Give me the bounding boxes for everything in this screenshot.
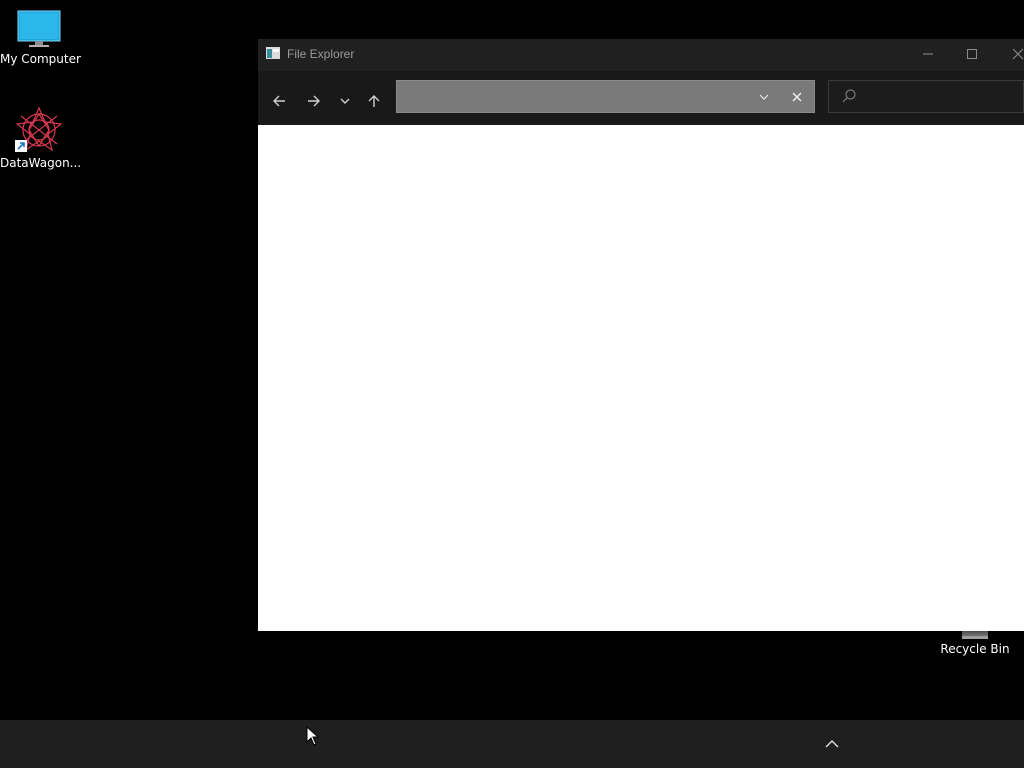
address-dropdown-button[interactable] [753, 86, 775, 108]
datawagon-app-icon [15, 106, 63, 152]
address-bar[interactable] [396, 80, 815, 113]
recent-locations-button[interactable] [331, 87, 359, 115]
taskbar [0, 720, 1024, 768]
minimize-icon [923, 53, 933, 55]
minimize-button[interactable] [906, 39, 950, 69]
close-icon [792, 92, 802, 102]
desktop-icon-my-computer[interactable]: My Computer [0, 10, 81, 66]
search-icon [842, 89, 856, 103]
search-input[interactable] [863, 85, 1017, 111]
search-box[interactable] [828, 80, 1024, 113]
mouse-cursor-icon [306, 726, 320, 746]
arrow-left-icon [273, 95, 285, 107]
monitor-icon [17, 10, 61, 47]
desktop-icon-datawagon[interactable]: DataWagon... [0, 106, 82, 170]
file-explorer-icon [266, 47, 280, 59]
desktop-icon-label: DataWagon... [0, 156, 82, 170]
arrow-right-icon [308, 95, 320, 107]
show-hidden-icons-button[interactable] [820, 734, 844, 754]
desktop-icon-label: My Computer [0, 52, 81, 66]
file-list-area[interactable] [258, 125, 1024, 631]
maximize-button[interactable] [950, 39, 994, 69]
close-button[interactable] [996, 39, 1024, 69]
address-clear-button[interactable] [786, 86, 808, 108]
address-input[interactable] [403, 85, 747, 111]
up-button[interactable] [360, 87, 388, 115]
chevron-down-icon [340, 98, 350, 104]
chevron-down-icon [759, 94, 769, 100]
arrow-up-icon [368, 95, 380, 107]
navigation-bar [258, 71, 1024, 125]
close-icon [1012, 48, 1024, 60]
back-button[interactable] [265, 87, 293, 115]
forward-button[interactable] [300, 87, 328, 115]
desktop-icon-label: Recycle Bin [940, 642, 1010, 656]
maximize-icon [967, 49, 977, 59]
title-bar[interactable]: File Explorer [258, 39, 1024, 71]
chevron-up-icon [825, 740, 839, 748]
window-title: File Explorer [287, 47, 355, 61]
file-explorer-window[interactable]: File Explorer [258, 39, 1024, 631]
